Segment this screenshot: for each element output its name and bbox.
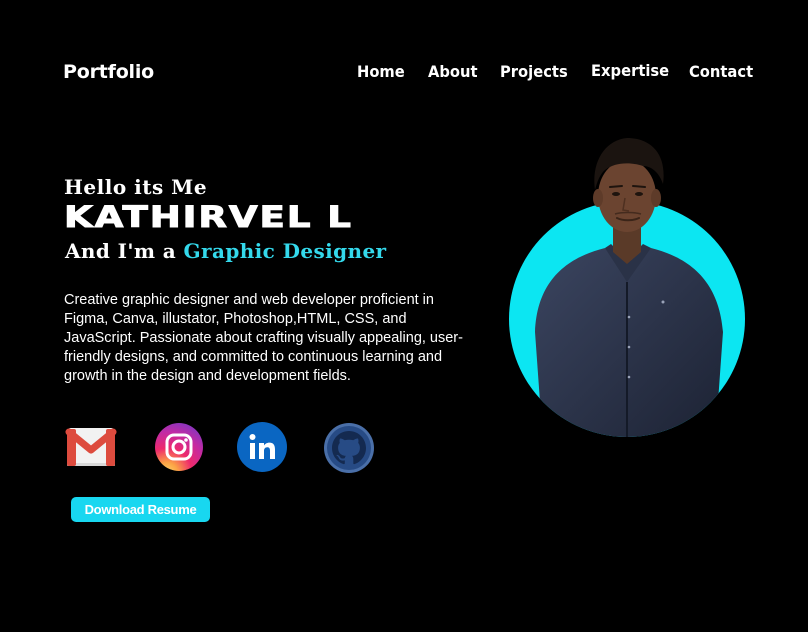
person-figure	[535, 138, 723, 437]
hero-name: KATHIRVEL L	[63, 200, 353, 235]
linkedin-link[interactable]	[236, 421, 288, 473]
greeting: Hello its Me	[64, 175, 208, 199]
linkedin-icon	[237, 422, 287, 472]
github-icon	[324, 423, 374, 473]
bio-text: Creative graphic designer and web develo…	[64, 292, 463, 384]
role-line: And I'm a Graphic Designer	[65, 239, 387, 263]
nav-home[interactable]: Home	[357, 62, 405, 81]
instagram-link[interactable]	[153, 421, 205, 473]
profile-photo	[509, 138, 745, 437]
instagram-icon	[155, 423, 203, 471]
role-title: Graphic Designer	[183, 239, 387, 263]
nav-projects[interactable]: Projects	[500, 62, 568, 81]
gmail-icon	[65, 428, 117, 466]
github-link[interactable]	[323, 422, 375, 474]
gmail-link[interactable]	[65, 421, 117, 473]
brand-logo[interactable]: Portfolio	[63, 61, 154, 83]
nav-about[interactable]: About	[428, 62, 478, 81]
role-prefix: And I'm a	[65, 239, 177, 263]
nav-expertise[interactable]: Expertise	[591, 61, 669, 80]
download-resume-button[interactable]: Download Resume	[71, 497, 210, 522]
nav-contact[interactable]: Contact	[689, 62, 753, 81]
